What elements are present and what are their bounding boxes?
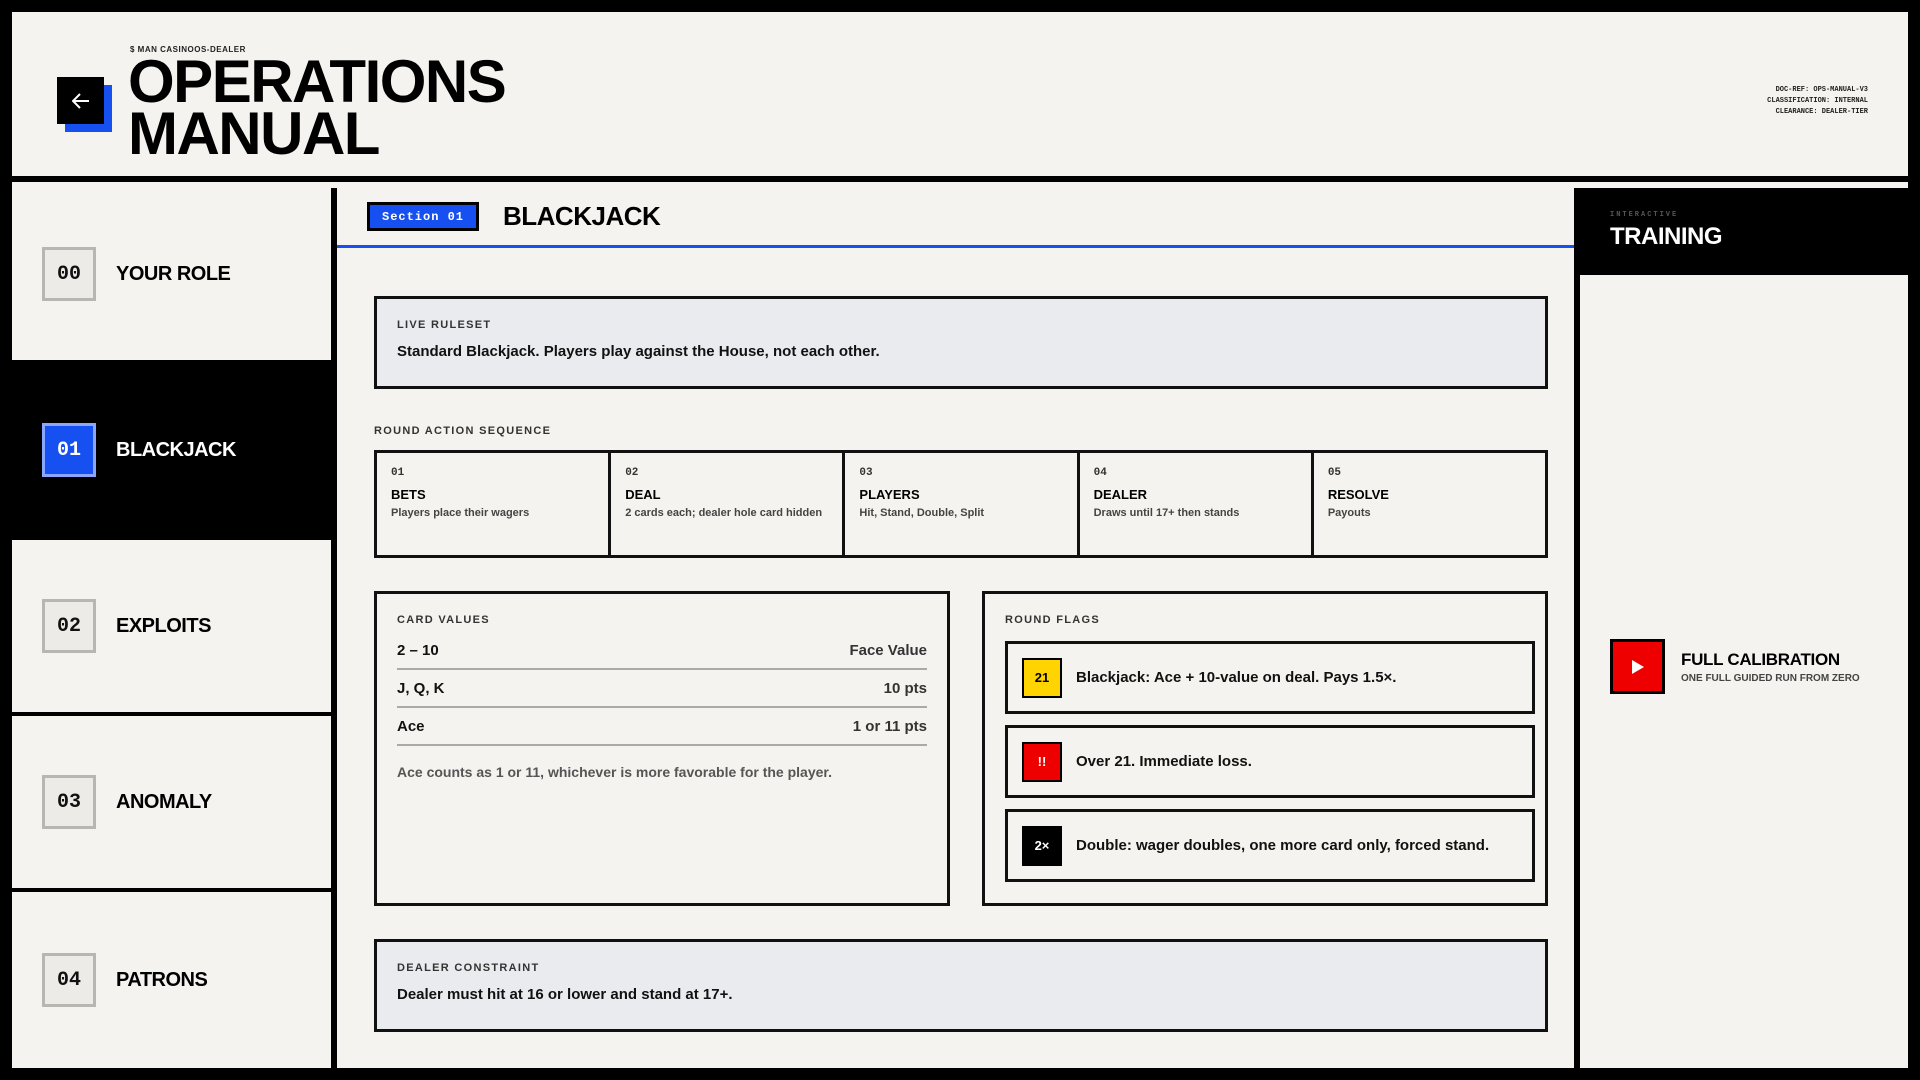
- nav-label: PATRONS: [116, 968, 208, 991]
- step-number: 05: [1327, 467, 1342, 479]
- card-values-table: 2 – 10 Face Value J, Q, K 10 pts Ace 1 o…: [397, 632, 927, 746]
- step-number: 03: [859, 467, 873, 479]
- constraint-text: Dealer must hit at 16 or lower and stand…: [397, 986, 733, 1003]
- card-name: J, Q, K: [397, 679, 445, 697]
- nav-label: EXPLOITS: [116, 614, 211, 637]
- nav-label: YOUR ROLE: [116, 262, 231, 285]
- play-icon: [1631, 659, 1644, 674]
- sequence-step: 02 DEAL 2 cards each; dealer hole card h…: [611, 453, 846, 555]
- step-description: Payouts: [1327, 507, 1371, 519]
- ruleset-text: Standard Blackjack. Players play against…: [397, 343, 880, 360]
- card-value: 1 or 11 pts: [852, 717, 927, 735]
- training-title: TRAINING: [1610, 223, 1723, 250]
- step-number: 01: [391, 467, 405, 479]
- sequence-step: 03 PLAYERS Hit, Stand, Double, Split: [845, 453, 1080, 555]
- play-button[interactable]: [1610, 639, 1665, 694]
- flag-text: Over 21. Immediate loss.: [1076, 753, 1252, 770]
- sidebar-item-blackjack[interactable]: 01 BLACKJACK: [12, 364, 331, 536]
- nav-number: 03: [42, 775, 96, 829]
- flag-21-icon: 21: [1022, 657, 1062, 698]
- section-header: Section 01 BLACKJACK: [337, 188, 1574, 248]
- step-number: 04: [1093, 467, 1107, 479]
- card-value-row: J, Q, K 10 pts: [397, 670, 927, 708]
- card-value-row: 2 – 10 Face Value: [397, 632, 927, 670]
- calibration-text: FULL CALIBRATION ONE FULL GUIDED RUN FRO…: [1681, 650, 1860, 684]
- nav-number: 04: [42, 953, 96, 1007]
- dealer-constraint-panel: DEALER CONSTRAINT Dealer must hit at 16 …: [374, 939, 1548, 1032]
- step-title: DEALER: [1093, 487, 1148, 502]
- sidebar-item-patrons[interactable]: 04 PATRONS: [12, 892, 331, 1068]
- nav-number: 02: [42, 599, 96, 653]
- card-values-note: Ace counts as 1 or 11, whichever is more…: [397, 764, 832, 780]
- doc-classification: CLASSIFICATION: INTERNAL: [1767, 97, 1868, 105]
- live-ruleset-panel: LIVE RULESET Standard Blackjack. Players…: [374, 296, 1548, 389]
- app-frame: $ MAN CASINOOS-DEALER OPERATIONS MANUAL …: [12, 12, 1908, 1068]
- card-value: Face Value: [849, 641, 927, 659]
- full-calibration-button[interactable]: FULL CALIBRATION ONE FULL GUIDED RUN FRO…: [1610, 639, 1860, 694]
- card-value: 10 pts: [883, 679, 927, 697]
- arrow-left-icon: [71, 92, 89, 109]
- training-kicker: INTERACTIVE: [1610, 211, 1679, 219]
- page-title: OPERATIONS MANUAL: [128, 52, 507, 167]
- step-description: Draws until 17+ then stands: [1093, 507, 1240, 519]
- step-title: RESOLVE: [1327, 487, 1389, 502]
- section-badge: Section 01: [367, 202, 480, 231]
- step-description: Hit, Stand, Double, Split: [859, 507, 985, 519]
- flag-blackjack: 21 Blackjack: Ace + 10-value on deal. Pa…: [1005, 641, 1535, 714]
- doc-ref: DOC-REF: OPS-MANUAL-V3: [1775, 86, 1868, 94]
- flag-warning-icon: !!: [1022, 741, 1062, 782]
- flag-text: Double: wager doubles, one more card onl…: [1076, 837, 1490, 854]
- flag-double-icon: 2×: [1022, 825, 1062, 866]
- header: $ MAN CASINOOS-DEALER OPERATIONS MANUAL …: [12, 12, 1908, 182]
- flag-bust: !! Over 21. Immediate loss.: [1005, 725, 1535, 798]
- round-flags-label: ROUND FLAGS: [1005, 614, 1100, 626]
- calibration-subtitle: ONE FULL GUIDED RUN FROM ZERO: [1681, 672, 1860, 684]
- doc-clearance: CLEARANCE: DEALER-TIER: [1775, 108, 1868, 116]
- card-values-panel: CARD VALUES 2 – 10 Face Value J, Q, K 10…: [374, 591, 950, 906]
- nav-label: ANOMALY: [116, 790, 212, 813]
- sidebar-item-your-role[interactable]: 00 YOUR ROLE: [12, 188, 331, 360]
- round-action-sequence: 01 BETS Players place their wagers 02 DE…: [374, 450, 1548, 558]
- step-title: DEAL: [625, 487, 661, 502]
- doc-meta: DOC-REF: OPS-MANUAL-V3 CLASSIFICATION: I…: [1767, 85, 1868, 118]
- ruleset-label: LIVE RULESET: [397, 319, 492, 331]
- constraint-label: DEALER CONSTRAINT: [397, 962, 540, 974]
- step-description: Players place their wagers: [391, 507, 530, 519]
- sidebar-item-exploits[interactable]: 02 EXPLOITS: [12, 540, 331, 712]
- flag-text: Blackjack: Ace + 10-value on deal. Pays …: [1076, 669, 1397, 686]
- card-name: 2 – 10: [397, 641, 439, 659]
- training-header: INTERACTIVE TRAINING: [1580, 188, 1908, 275]
- back-button[interactable]: [57, 77, 104, 124]
- step-number: 02: [625, 467, 639, 479]
- nav-number: 00: [42, 247, 96, 301]
- nav-number: 01: [42, 423, 96, 477]
- calibration-title: FULL CALIBRATION: [1681, 649, 1840, 669]
- step-title: BETS: [391, 487, 426, 502]
- round-flags-panel: ROUND FLAGS 21 Blackjack: Ace + 10-value…: [982, 591, 1548, 906]
- sequence-step: 04 DEALER Draws until 17+ then stands: [1080, 453, 1314, 555]
- sequence-step: 05 RESOLVE Payouts: [1314, 453, 1545, 555]
- nav-label: BLACKJACK: [116, 438, 236, 461]
- step-description: 2 cards each; dealer hole card hidden: [625, 507, 823, 519]
- sidebar: 00 YOUR ROLE 01 BLACKJACK 02 EXPLOITS 03…: [12, 188, 337, 1068]
- card-value-row: Ace 1 or 11 pts: [397, 708, 927, 746]
- main-content: Section 01 BLACKJACK LIVE RULESET Standa…: [337, 188, 1580, 1068]
- step-title: PLAYERS: [859, 487, 920, 502]
- sidebar-item-anomaly[interactable]: 03 ANOMALY: [12, 716, 331, 888]
- flag-double: 2× Double: wager doubles, one more card …: [1005, 809, 1535, 882]
- back-button-wrap: [57, 77, 112, 132]
- sequence-step: 01 BETS Players place their wagers: [377, 453, 612, 555]
- sequence-label: ROUND ACTION SEQUENCE: [374, 425, 552, 437]
- training-panel: INTERACTIVE TRAINING FULL CALIBRATION ON…: [1580, 188, 1908, 1068]
- card-values-label: CARD VALUES: [397, 614, 490, 626]
- page-title-line2: MANUAL: [128, 100, 380, 167]
- section-title: BLACKJACK: [503, 201, 661, 231]
- card-name: Ace: [397, 717, 425, 735]
